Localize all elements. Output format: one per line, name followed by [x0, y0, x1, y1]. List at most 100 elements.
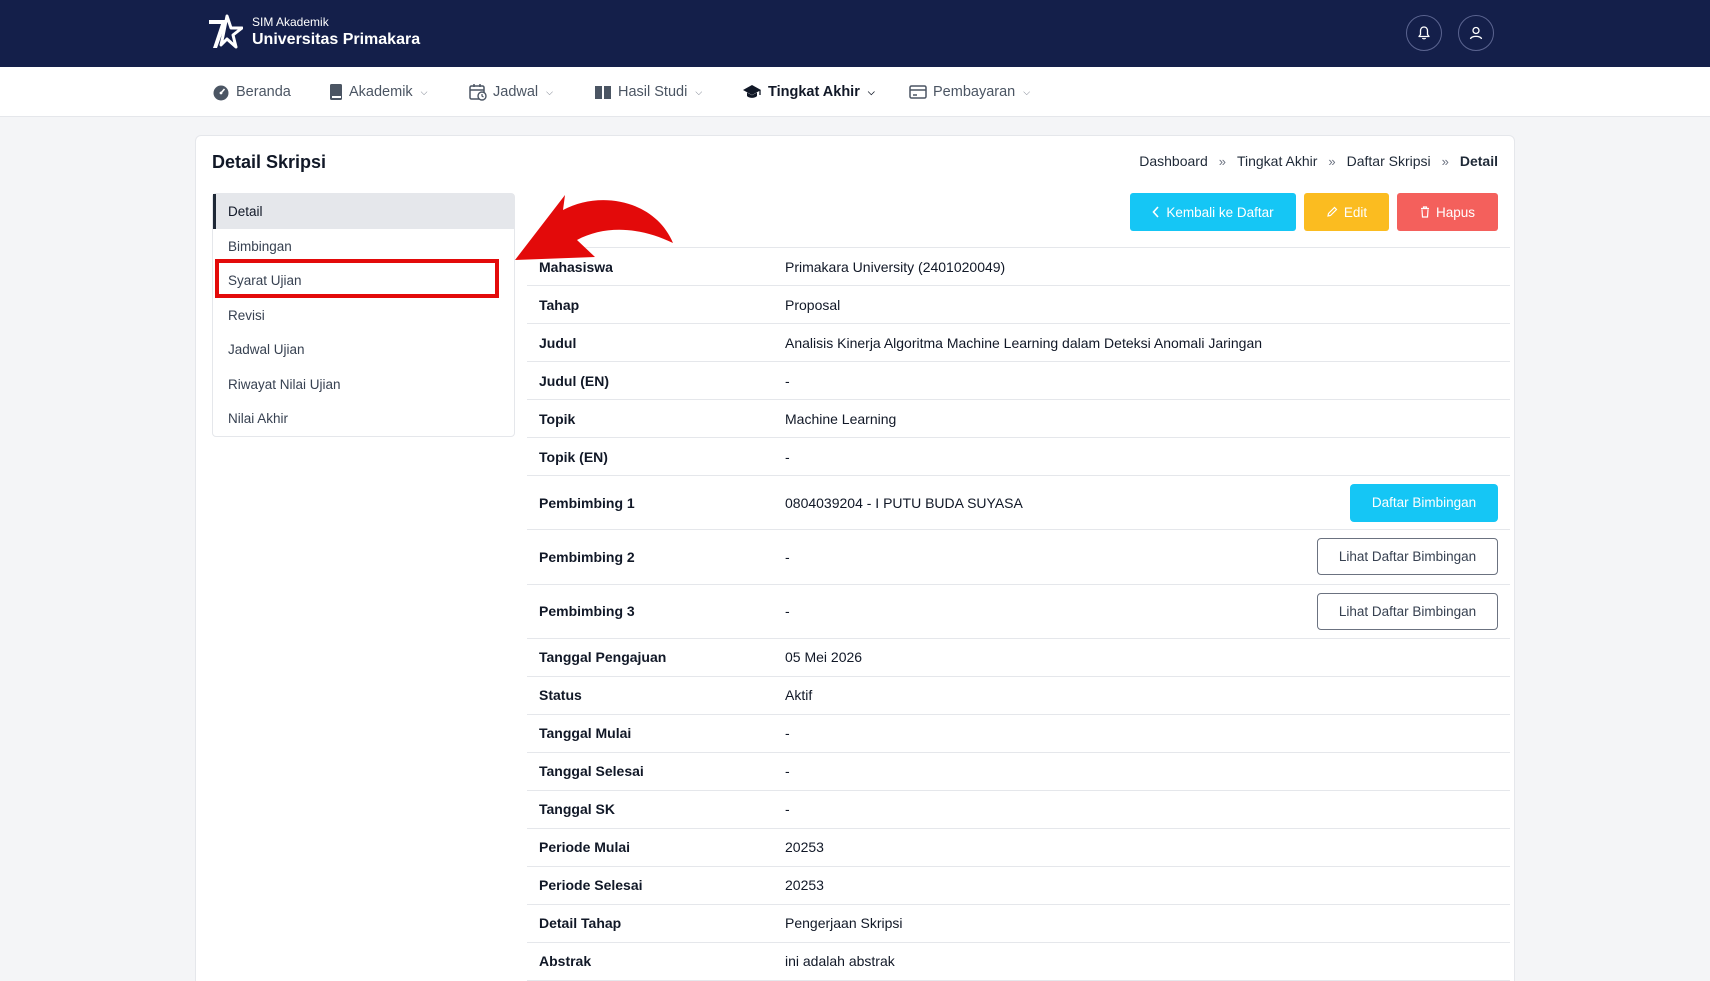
annotation-highlight-box — [215, 259, 499, 298]
breadcrumb: Dashboard » Tingkat Akhir » Daftar Skrip… — [1139, 153, 1498, 169]
back-to-list-label: Kembali ke Daftar — [1166, 204, 1274, 220]
detail-value: - — [785, 448, 790, 465]
detail-row-detail-tahap: Detail Tahap Pengerjaan Skripsi — [527, 905, 1510, 943]
detail-label: Periode Mulai — [539, 839, 631, 856]
detail-label: Periode Selesai — [539, 877, 643, 894]
detail-row-periode-selesai: Periode Selesai 20253 — [527, 867, 1510, 905]
detail-value: 20253 — [785, 839, 824, 856]
user-icon — [1469, 26, 1483, 40]
detail-table: Mahasiswa Primakara University (24010200… — [527, 247, 1510, 981]
open-book-icon — [595, 86, 611, 99]
detail-row-tanggal-pengajuan: Tanggal Pengajuan 05 Mei 2026 — [527, 639, 1510, 677]
notification-button[interactable] — [1406, 15, 1442, 51]
detail-value: 20253 — [785, 877, 824, 894]
chevron-down-icon: ⌵ — [420, 86, 428, 97]
detail-value: - — [785, 372, 790, 389]
detail-row-tanggal-selesai: Tanggal Selesai - — [527, 753, 1510, 791]
side-menu-item-detail[interactable]: Detail — [213, 194, 514, 229]
side-menu-item-revisi[interactable]: Revisi — [213, 298, 514, 333]
side-menu-item-jadwal-ujian[interactable]: Jadwal Ujian — [213, 333, 514, 368]
top-header: SIM Akademik Universitas Primakara — [0, 0, 1710, 67]
nav-jadwal[interactable]: Jadwal ⌵ — [469, 67, 553, 117]
detail-row-judul-en: Judul (EN) - — [527, 362, 1510, 400]
detail-label: Pembimbing 3 — [539, 603, 635, 620]
detail-label: Abstrak — [539, 953, 592, 970]
detail-label: Pembimbing 2 — [539, 548, 635, 565]
pencil-icon — [1327, 206, 1338, 217]
detail-row-judul: Judul Analisis Kinerja Algoritma Machine… — [527, 324, 1510, 362]
breadcrumb-separator-icon: » — [1218, 153, 1226, 169]
nav-hasil-studi[interactable]: Hasil Studi ⌵ — [594, 67, 702, 117]
nav-label: Tingkat Akhir — [768, 84, 860, 100]
graduation-cap-icon — [743, 85, 761, 98]
nav-pembayaran[interactable]: Pembayaran ⌵ — [909, 67, 1030, 117]
detail-row-periode-mulai: Periode Mulai 20253 — [527, 829, 1510, 867]
chevron-left-icon — [1152, 206, 1159, 218]
page-title: Detail Skripsi — [212, 152, 327, 172]
breadcrumb-separator-icon: » — [1328, 153, 1336, 169]
chevron-down-icon: ⌵ — [695, 86, 703, 97]
back-to-list-button[interactable]: Kembali ke Daftar — [1130, 193, 1296, 231]
bell-icon — [1418, 26, 1430, 40]
detail-label: Judul (EN) — [539, 372, 609, 389]
detail-value: 05 Mei 2026 — [785, 649, 863, 666]
detail-value: Pengerjaan Skripsi — [785, 915, 903, 932]
detail-row-topik: Topik Machine Learning — [527, 400, 1510, 438]
detail-row-topik-en: Topik (EN) - — [527, 438, 1510, 476]
brand[interactable]: SIM Akademik Universitas Primakara — [205, 12, 420, 52]
nav-akademik[interactable]: Akademik ⌵ — [329, 67, 428, 117]
nav-label: Beranda — [236, 84, 291, 100]
lihat-daftar-bimbingan-button[interactable]: Lihat Daftar Bimbingan — [1317, 592, 1498, 630]
breadcrumb-item-dashboard[interactable]: Dashboard — [1139, 153, 1208, 169]
side-menu: Detail Bimbingan Syarat Ujian Revisi Jad… — [212, 193, 515, 437]
detail-label: Pembimbing 1 — [539, 494, 635, 511]
detail-value: - — [785, 548, 790, 565]
detail-row-tahap: Tahap Proposal — [527, 286, 1510, 324]
detail-row-tanggal-sk: Tanggal SK - — [527, 791, 1510, 829]
wallet-icon — [909, 85, 927, 99]
primakara-logo-icon — [209, 14, 243, 49]
detail-label: Tahap — [539, 296, 580, 313]
edit-label: Edit — [1343, 204, 1368, 220]
breadcrumb-separator-icon: » — [1441, 153, 1449, 169]
detail-value: Analisis Kinerja Algoritma Machine Learn… — [785, 334, 1263, 351]
nav-label: Jadwal — [493, 84, 539, 100]
side-menu-item-nilai-akhir[interactable]: Nilai Akhir — [213, 402, 514, 437]
detail-label: Tanggal Pengajuan — [539, 649, 667, 666]
detail-row-pembimbing-2: Pembimbing 2 - Lihat Daftar Bimbingan — [527, 530, 1510, 585]
edit-button[interactable]: Edit — [1304, 193, 1389, 231]
user-menu-button[interactable] — [1458, 15, 1494, 51]
detail-row-pembimbing-1: Pembimbing 1 0804039204 - I PUTU BUDA SU… — [527, 476, 1510, 531]
detail-value: Machine Learning — [785, 410, 897, 427]
detail-row-tanggal-mulai: Tanggal Mulai - — [527, 715, 1510, 753]
detail-row-pembimbing-3: Pembimbing 3 - Lihat Daftar Bimbingan — [527, 585, 1510, 639]
annotation-arrow-icon — [515, 195, 673, 260]
lihat-daftar-bimbingan-button[interactable]: Lihat Daftar Bimbingan — [1317, 538, 1498, 576]
detail-label: Detail Tahap — [539, 915, 622, 932]
daftar-bimbingan-button[interactable]: Daftar Bimbingan — [1350, 483, 1498, 522]
side-menu-item-riwayat-nilai-ujian[interactable]: Riwayat Nilai Ujian — [213, 367, 514, 402]
breadcrumb-item-tingkat-akhir[interactable]: Tingkat Akhir — [1237, 153, 1317, 169]
book-icon — [330, 84, 342, 100]
detail-label: Topik — [539, 410, 576, 427]
detail-value: - — [785, 603, 790, 620]
detail-value: Aktif — [785, 687, 813, 704]
nav-tingkat-akhir[interactable]: Tingkat Akhir ⌵ — [742, 67, 875, 117]
trash-icon — [1420, 206, 1429, 218]
main-navigation: Beranda Akademik ⌵ Jadwal ⌵ Hasil Studi … — [0, 67, 1710, 117]
brand-name: Universitas Primakara — [252, 30, 421, 48]
calendar-clock-icon — [469, 84, 487, 101]
nav-label: Pembayaran — [933, 84, 1016, 100]
detail-row-status: Status Aktif — [527, 677, 1510, 715]
detail-value: Primakara University (2401020049) — [785, 258, 1006, 275]
nav-beranda[interactable]: Beranda — [212, 67, 291, 117]
detail-label: Status — [539, 687, 582, 704]
detail-row-abstrak: Abstrak ini adalah abstrak — [527, 943, 1510, 981]
detail-value: ini adalah abstrak — [785, 953, 895, 970]
delete-button[interactable]: Hapus — [1397, 193, 1498, 231]
detail-value: - — [785, 763, 790, 780]
breadcrumb-item-daftar-skripsi[interactable]: Daftar Skripsi — [1347, 153, 1431, 169]
chevron-down-icon: ⌵ — [546, 86, 553, 97]
detail-label: Tanggal SK — [539, 801, 615, 818]
detail-label: Judul — [539, 334, 577, 351]
